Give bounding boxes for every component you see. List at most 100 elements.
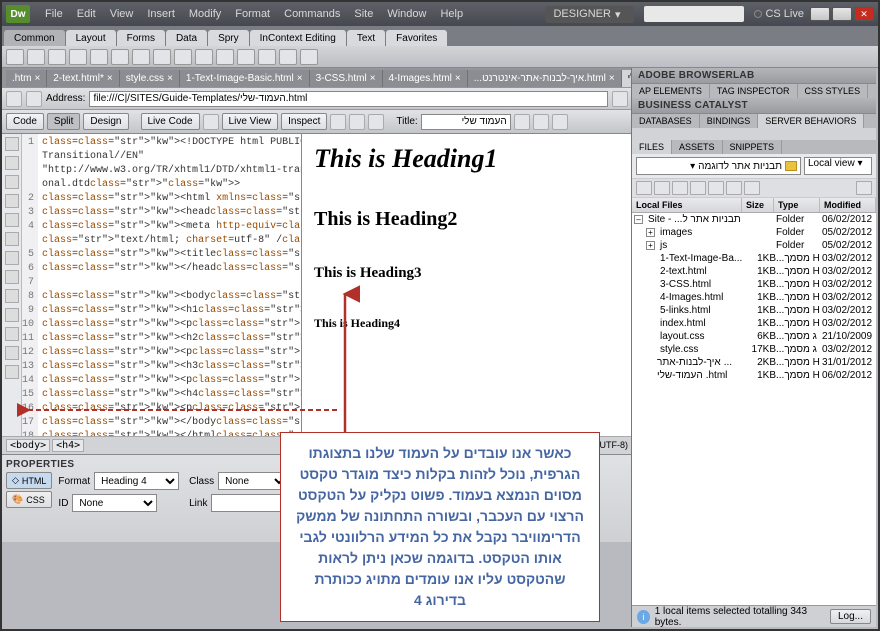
log-button[interactable]: Log...	[830, 609, 871, 624]
tab-forms[interactable]: Forms	[117, 30, 165, 46]
tab-layout[interactable]: Layout	[66, 30, 116, 46]
hyperlink-icon[interactable]	[6, 49, 24, 65]
tab-spry[interactable]: Spry	[208, 30, 249, 46]
site-selector[interactable]: תבניות אתר לדוגמה ▾	[636, 157, 801, 175]
title-input[interactable]	[421, 114, 511, 130]
script-icon[interactable]	[258, 49, 276, 65]
column-local-files[interactable]: Local Files	[632, 198, 742, 212]
format-icon[interactable]	[5, 365, 19, 379]
properties-html-button[interactable]: ◇ HTML	[6, 472, 52, 489]
file-row[interactable]: –Site - ...תבניות אתר לFolder06/02/2012 …	[632, 213, 876, 226]
head-icon[interactable]	[237, 49, 255, 65]
menu-file[interactable]: File	[38, 8, 70, 20]
menu-edit[interactable]: Edit	[70, 8, 103, 20]
doctab-6[interactable]: ...איך-לבנות-אתר-אינטרנט.html×	[468, 70, 622, 87]
business-catalyst-header[interactable]: BUSINESS CATALYST	[632, 98, 876, 114]
inspect-network-icon[interactable]	[203, 114, 219, 130]
file-row[interactable]: העמוד-שלי.html1KB...מסמך H06/02/2012 15:…	[632, 369, 876, 382]
tab-snippets[interactable]: SNIPPETS	[723, 140, 783, 154]
file-row[interactable]: 1-Text-Image-Ba...1KB...מסמך H03/02/2012…	[632, 252, 876, 265]
menu-modify[interactable]: Modify	[182, 8, 228, 20]
doctab-4[interactable]: 3-CSS.html×	[310, 70, 383, 87]
doctab-3[interactable]: 1-Text-Image-Basic.html×	[180, 70, 310, 87]
cslive-button[interactable]: CS Live	[754, 8, 804, 20]
search-input[interactable]	[644, 6, 744, 22]
connect-icon[interactable]	[636, 181, 652, 195]
column-modified[interactable]: Modified	[820, 198, 876, 212]
close-icon[interactable]: ×	[297, 73, 303, 84]
tab-incontext[interactable]: InContext Editing	[250, 30, 346, 46]
browserlab-panel-header[interactable]: ADOBE BROWSERLAB	[632, 68, 876, 84]
tag-chooser-icon[interactable]	[300, 49, 318, 65]
minimize-button[interactable]: —	[810, 7, 830, 21]
comment-icon[interactable]	[216, 49, 234, 65]
close-icon[interactable]: ×	[370, 73, 376, 84]
file-tree[interactable]: –Site - ...תבניות אתר לFolder06/02/2012 …	[632, 213, 876, 627]
browser-preview-icon[interactable]	[349, 114, 365, 130]
menu-window[interactable]: Window	[380, 8, 433, 20]
check-icon[interactable]	[552, 114, 568, 130]
file-row[interactable]: +jsFolder05/02/2012 15:38	[632, 239, 876, 252]
doctab-0[interactable]: .htm×	[6, 70, 47, 87]
sync-icon[interactable]	[744, 181, 760, 195]
browse-icon[interactable]	[612, 91, 628, 107]
view-code-button[interactable]: Code	[6, 113, 44, 130]
tab-assets[interactable]: ASSETS	[672, 140, 723, 154]
tag-body[interactable]: <body>	[6, 439, 50, 452]
close-icon[interactable]: ×	[609, 73, 615, 84]
server-icon[interactable]	[195, 49, 213, 65]
div-icon[interactable]	[90, 49, 108, 65]
properties-css-button[interactable]: 🎨 CSS	[6, 491, 52, 508]
widget-icon[interactable]	[153, 49, 171, 65]
close-icon[interactable]: ×	[455, 73, 461, 84]
open-documents-icon[interactable]	[5, 137, 19, 151]
design-heading2[interactable]: This is Heading2	[314, 208, 620, 231]
menu-help[interactable]: Help	[433, 8, 470, 20]
file-row[interactable]: איך-לבנות-אתר...2KB...מסמך H31/01/2012 1…	[632, 356, 876, 369]
close-icon[interactable]: ×	[34, 73, 40, 84]
refresh-icon[interactable]	[368, 114, 384, 130]
id-select[interactable]: None	[72, 494, 157, 512]
file-row[interactable]: 4-Images.html1KB...מסמך H03/02/2012 15:0…	[632, 291, 876, 304]
select-parent-icon[interactable]	[5, 194, 19, 208]
validate-icon[interactable]	[533, 114, 549, 130]
line-numbers-icon[interactable]	[5, 232, 19, 246]
tab-ap-elements[interactable]: AP ELEMENTS	[632, 84, 710, 98]
file-row[interactable]: style.css17KB...ג מסמך03/02/2012 14:34	[632, 343, 876, 356]
date-icon[interactable]	[174, 49, 192, 65]
email-icon[interactable]	[27, 49, 45, 65]
file-row[interactable]: +imagesFolder05/02/2012 15:38	[632, 226, 876, 239]
tab-files[interactable]: FILES	[632, 140, 672, 154]
tab-text[interactable]: Text	[347, 30, 385, 46]
checkin-icon[interactable]	[726, 181, 742, 195]
tag-h4[interactable]: <h4>	[52, 439, 84, 452]
file-row[interactable]: 5-links.html1KB...מסמך H03/02/2012 15:25	[632, 304, 876, 317]
menu-site[interactable]: Site	[347, 8, 380, 20]
menu-format[interactable]: Format	[228, 8, 277, 20]
design-heading4[interactable]: This is Heading4	[314, 316, 620, 331]
file-row[interactable]: layout.css6KB...ג מסמך21/10/2009 20:01	[632, 330, 876, 343]
refresh-icon[interactable]	[654, 181, 670, 195]
column-type[interactable]: Type	[774, 198, 820, 212]
doctab-1[interactable]: 2-text.html*×	[47, 70, 119, 87]
collapse-icon[interactable]	[5, 156, 19, 170]
table-icon[interactable]	[69, 49, 87, 65]
image-icon[interactable]	[111, 49, 129, 65]
indent-icon[interactable]	[5, 327, 19, 341]
tab-data[interactable]: Data	[166, 30, 207, 46]
design-heading3[interactable]: This is Heading3	[314, 265, 620, 282]
multiscreen-icon[interactable]	[330, 114, 346, 130]
file-row[interactable]: 3-CSS.html1KB...מסמך H03/02/2012 14:59	[632, 278, 876, 291]
expand-files-icon[interactable]	[856, 181, 872, 195]
column-size[interactable]: Size	[742, 198, 774, 212]
menu-view[interactable]: View	[103, 8, 141, 20]
design-heading1[interactable]: This is Heading1	[314, 144, 620, 174]
tab-favorites[interactable]: Favorites	[386, 30, 447, 46]
tab-tag-inspector[interactable]: TAG INSPECTOR	[710, 84, 798, 98]
put-icon[interactable]	[690, 181, 706, 195]
tab-databases[interactable]: DATABASES	[632, 114, 700, 128]
outdent-icon[interactable]	[5, 346, 19, 360]
hidden-chars-icon[interactable]	[5, 308, 19, 322]
file-row[interactable]: index.html1KB...מסמך H03/02/2012 15:38	[632, 317, 876, 330]
tab-server-behaviors[interactable]: SERVER BEHAVIORS	[758, 114, 864, 128]
